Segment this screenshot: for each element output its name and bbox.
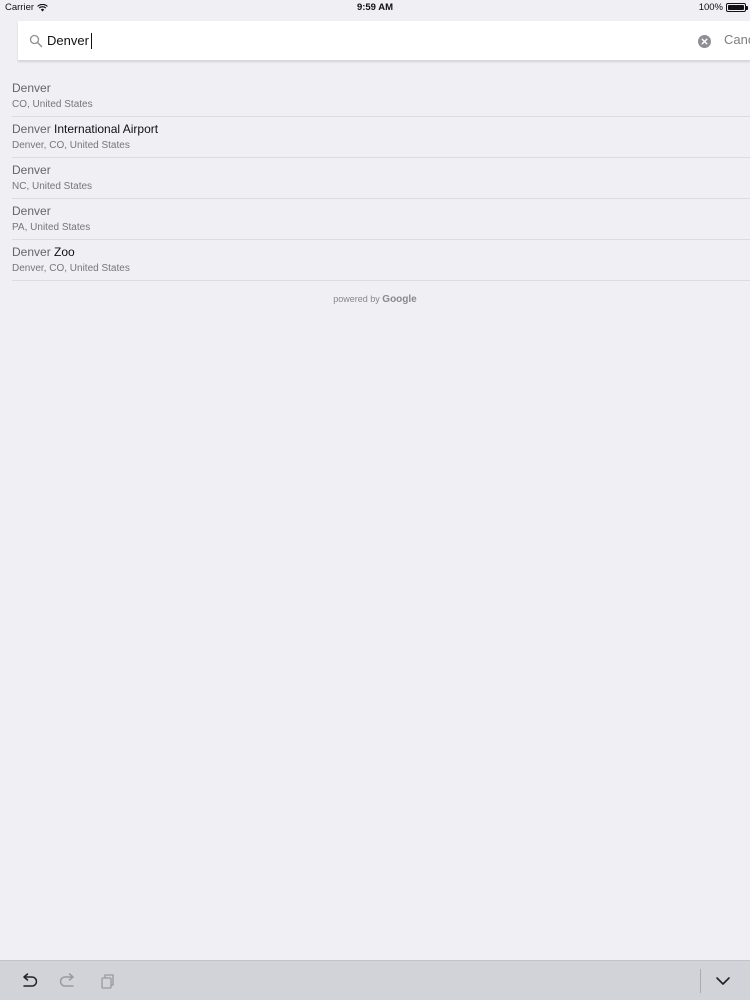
search-query: Denver <box>47 33 89 48</box>
search-input[interactable]: Denver <box>47 30 92 52</box>
results-list: Denver CO, United States Denver Internat… <box>0 76 750 281</box>
search-bar: Denver Cancel <box>18 21 750 61</box>
google-logo: Google <box>382 294 417 305</box>
result-title: Denver <box>12 163 51 177</box>
list-item[interactable]: Denver CO, United States <box>12 76 750 117</box>
search-icon <box>29 34 43 48</box>
result-title: Denver <box>12 81 51 95</box>
list-item[interactable]: Denver NC, United States <box>12 158 750 199</box>
clear-text-icon[interactable] <box>698 35 711 48</box>
result-subtitle: PA, United States <box>12 222 91 233</box>
result-title: Denver International Airport <box>12 122 159 136</box>
redo-icon[interactable] <box>58 971 78 991</box>
result-title: Denver <box>12 204 51 218</box>
list-item[interactable]: Denver Zoo Denver, CO, United States <box>12 240 750 281</box>
list-item[interactable]: Denver International Airport Denver, CO,… <box>12 117 750 158</box>
list-item[interactable]: Denver PA, United States <box>12 199 750 240</box>
battery-percent: 100% <box>698 2 723 13</box>
google-attribution: powered by Google <box>0 294 750 305</box>
keyboard-shortcut-bar <box>0 960 750 1000</box>
toolbar-divider <box>700 969 701 993</box>
battery-icon <box>726 3 748 12</box>
clock: 9:59 AM <box>356 2 394 13</box>
attribution-prefix: powered by <box>333 294 380 304</box>
result-subtitle: CO, United States <box>12 99 93 110</box>
paste-icon[interactable] <box>97 971 117 991</box>
result-subtitle: NC, United States <box>12 181 93 192</box>
status-bar: Carrier 9:59 AM 100% <box>0 0 750 16</box>
result-subtitle: Denver, CO, United States <box>12 263 130 274</box>
text-cursor <box>90 33 92 49</box>
result-title: Denver Zoo <box>12 245 75 259</box>
result-subtitle: Denver, CO, United States <box>12 140 130 151</box>
undo-icon[interactable] <box>19 971 39 991</box>
cancel-button[interactable]: Cancel <box>724 32 750 47</box>
battery-info: 100% <box>698 2 748 13</box>
dismiss-keyboard-icon[interactable] <box>713 971 733 991</box>
